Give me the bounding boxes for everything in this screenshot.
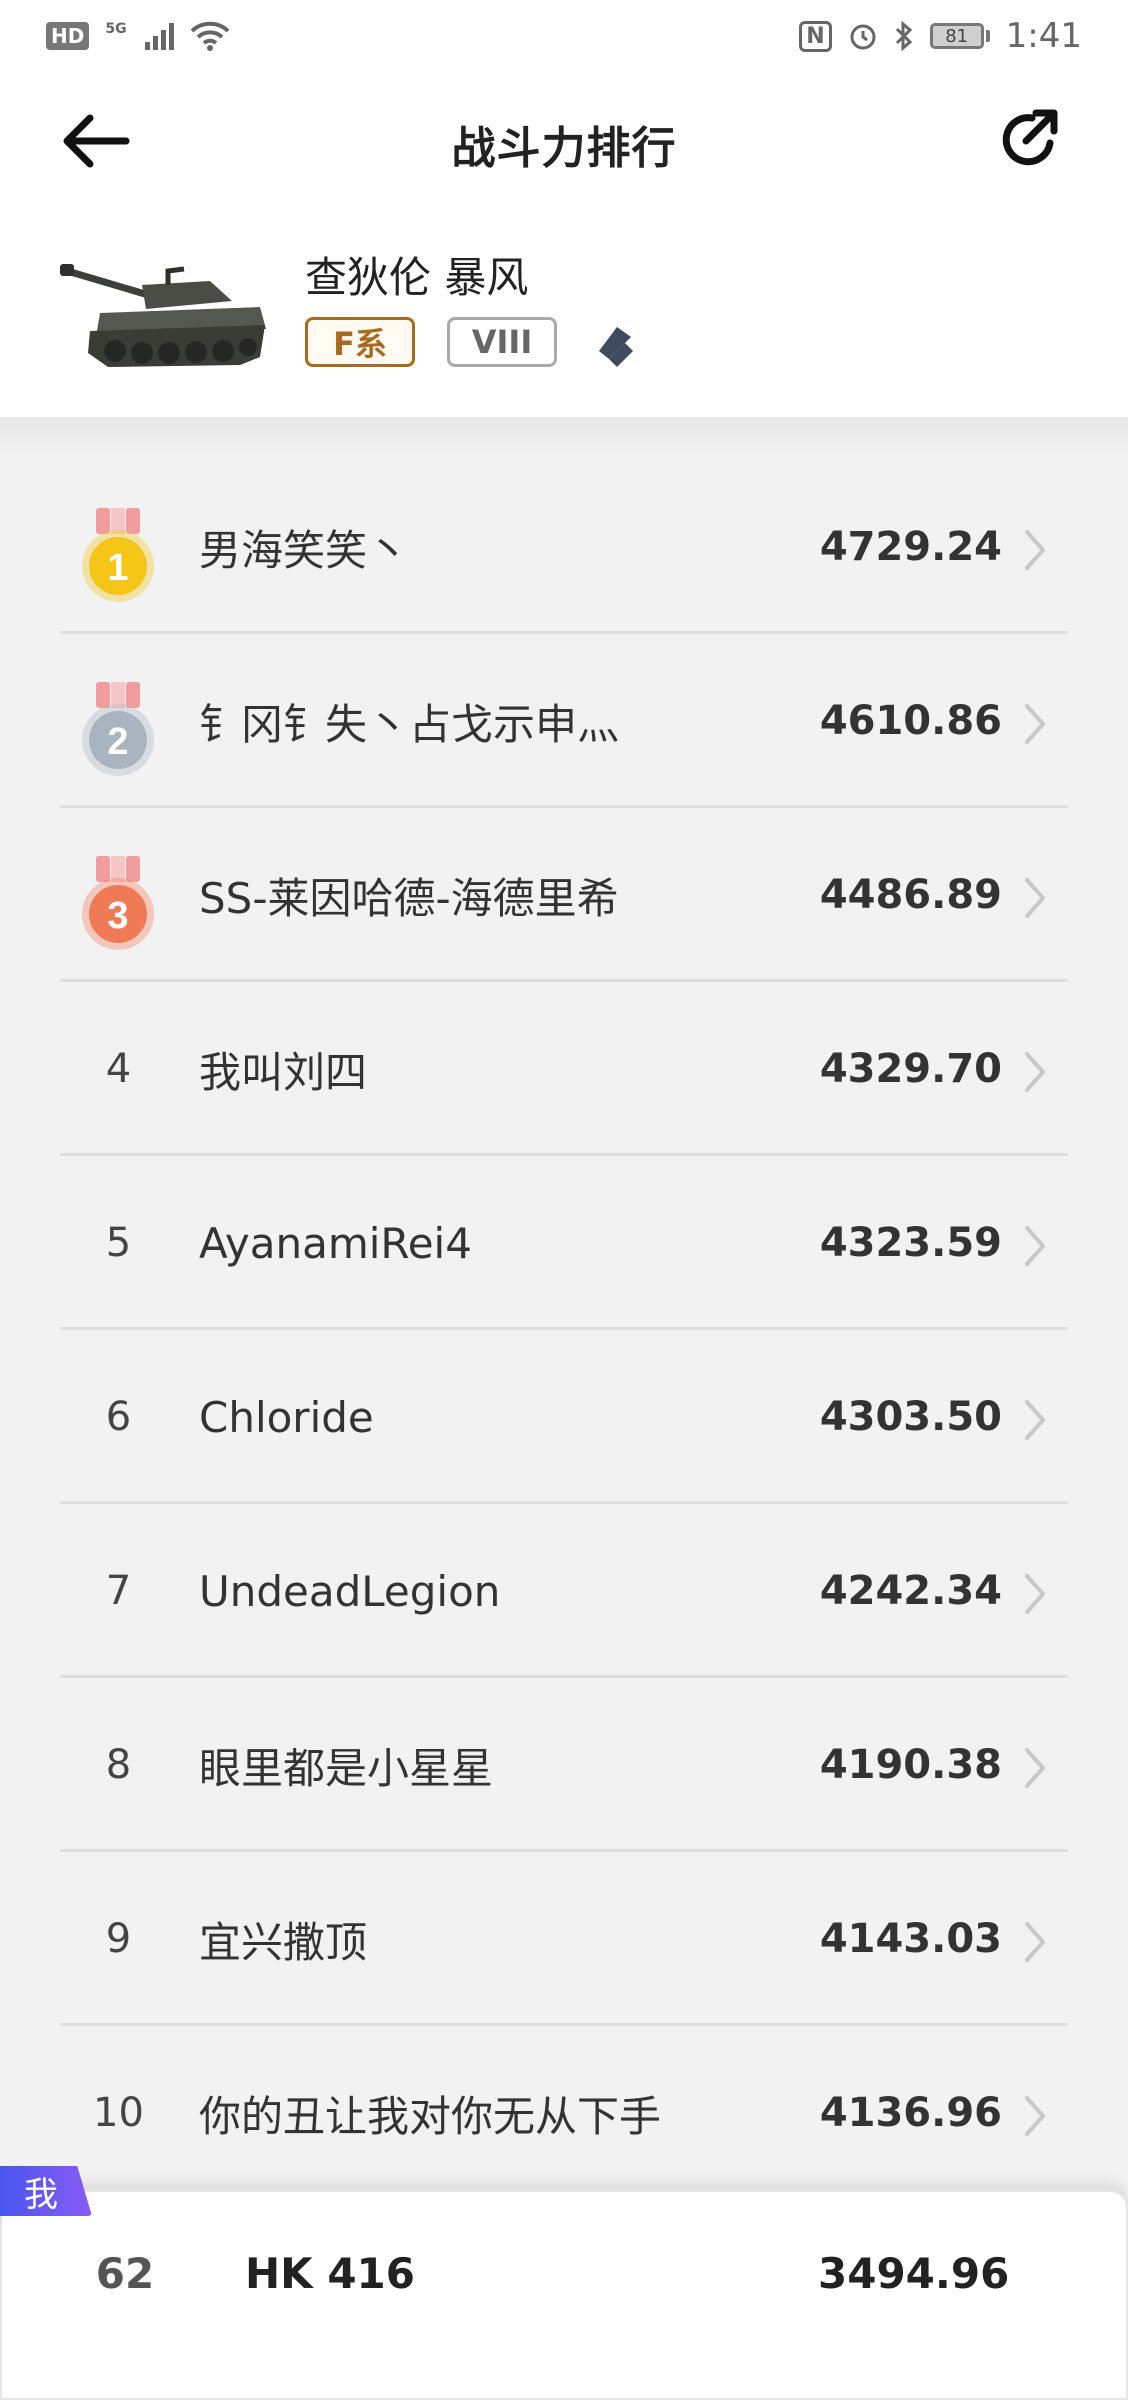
rank-number: 6	[105, 1394, 132, 1440]
rank-row[interactable]: 2 钅冈钅失丶占戈示申灬 4610.86	[60, 634, 1068, 808]
player-name: 宜兴撒顶	[199, 1917, 368, 1967]
my-player-name: HK 416	[245, 2248, 415, 2298]
chevron-right-icon	[1025, 1400, 1045, 1440]
svg-text:1: 1	[107, 547, 128, 589]
my-score: 3494.96	[818, 2248, 1010, 2298]
rank-row[interactable]: 5 AyanamiRei4 4323.59	[60, 1156, 1068, 1330]
nation-tag: F系	[305, 317, 415, 367]
tank-info-panel: 查狄伦 暴风 F系 VIII	[0, 207, 1128, 417]
player-score: 4329.70	[819, 1046, 1002, 1092]
player-score: 4136.96	[819, 2090, 1002, 2136]
bluetooth-icon	[895, 21, 912, 51]
player-score: 4729.24	[819, 524, 1002, 570]
gold-medal-icon: 1	[82, 508, 154, 602]
hd-indicator: HD	[46, 22, 90, 50]
rank-row[interactable]: 1 男海笑笑丶 4729.24	[60, 460, 1068, 634]
player-score: 4242.34	[819, 1568, 1002, 1614]
network-type: 5G	[105, 21, 127, 37]
tank-image	[60, 264, 266, 367]
rank-row[interactable]: 6 Chloride 4303.50	[60, 1330, 1068, 1504]
tank-name: 查狄伦 暴风	[305, 253, 529, 302]
status-bar-left: HD 5G	[46, 21, 230, 51]
my-rank-number: 62	[95, 2248, 155, 2298]
rank-row[interactable]: 4 我叫刘四 4329.70	[60, 982, 1068, 1156]
wifi-icon	[190, 21, 229, 51]
player-score: 4610.86	[819, 698, 1002, 744]
chevron-right-icon	[1025, 1226, 1045, 1266]
player-name: UndeadLegion	[199, 1566, 501, 1616]
chevron-right-icon	[1025, 878, 1045, 918]
rank-number: 4	[105, 1046, 132, 1092]
app-header: 战斗力排行	[0, 72, 1128, 207]
chevron-right-icon	[1025, 2096, 1045, 2136]
bronze-medal-icon: 3	[82, 856, 154, 950]
rank-number: 5	[105, 1220, 132, 1266]
battery-icon: 81	[929, 23, 990, 49]
player-name: 男海笑笑丶	[199, 525, 410, 575]
chevron-right-icon	[1025, 1052, 1045, 1092]
rank-row[interactable]: 8 眼里都是小星星 4190.38	[60, 1678, 1068, 1852]
status-bar: HD 5G N 81 1:41	[0, 0, 1128, 72]
svg-text:2: 2	[107, 721, 128, 763]
status-bar-right: N 81 1:41	[799, 16, 1082, 56]
nfc-icon: N	[799, 20, 832, 52]
rank-row[interactable]: 7 UndeadLegion 4242.34	[60, 1504, 1068, 1678]
player-name: 你的丑让我对你无从下手	[199, 2091, 662, 2141]
player-name: 钅冈钅失丶占戈示申灬	[199, 699, 620, 749]
refresh-icon[interactable]	[996, 107, 1062, 173]
player-score: 4486.89	[819, 872, 1002, 918]
medium-tank-icon	[599, 327, 633, 367]
tier-tag: VIII	[447, 317, 557, 367]
player-name: SS-莱因哈德-海德里希	[199, 873, 619, 923]
rank-number: 7	[105, 1568, 132, 1614]
chevron-right-icon	[1025, 704, 1045, 744]
rank-row[interactable]: 3 SS-莱因哈德-海德里希 4486.89	[60, 808, 1068, 982]
alarm-icon	[850, 24, 876, 50]
player-score: 4323.59	[819, 1220, 1002, 1266]
chevron-right-icon	[1025, 1574, 1045, 1614]
rank-row[interactable]: 10 你的丑让我对你无从下手 4136.96	[60, 2026, 1068, 2200]
player-name: 我叫刘四	[199, 1047, 368, 1097]
signal-icon	[144, 22, 174, 50]
chevron-right-icon	[1025, 530, 1045, 570]
silver-medal-icon: 2	[82, 682, 154, 776]
divider-shadow	[0, 417, 1128, 457]
chevron-right-icon	[1025, 1748, 1045, 1788]
player-score: 4190.38	[819, 1742, 1002, 1788]
me-badge: 我	[0, 2166, 92, 2216]
player-score: 4143.03	[819, 1916, 1002, 1962]
rank-number: 8	[105, 1742, 132, 1788]
player-name: AyanamiRei4	[199, 1218, 472, 1268]
player-name: Chloride	[199, 1392, 374, 1442]
rank-row[interactable]: 9 宜兴撒顶 4143.03	[60, 1852, 1068, 2026]
rank-number: 9	[105, 1916, 132, 1962]
chevron-right-icon	[1025, 1922, 1045, 1962]
clock: 1:41	[1005, 16, 1082, 56]
player-name: 眼里都是小星星	[199, 1743, 494, 1793]
svg-text:3: 3	[107, 895, 128, 937]
player-score: 4303.50	[819, 1394, 1002, 1440]
battery-level: 81	[929, 23, 984, 49]
page-title: 战斗力排行	[451, 123, 677, 174]
